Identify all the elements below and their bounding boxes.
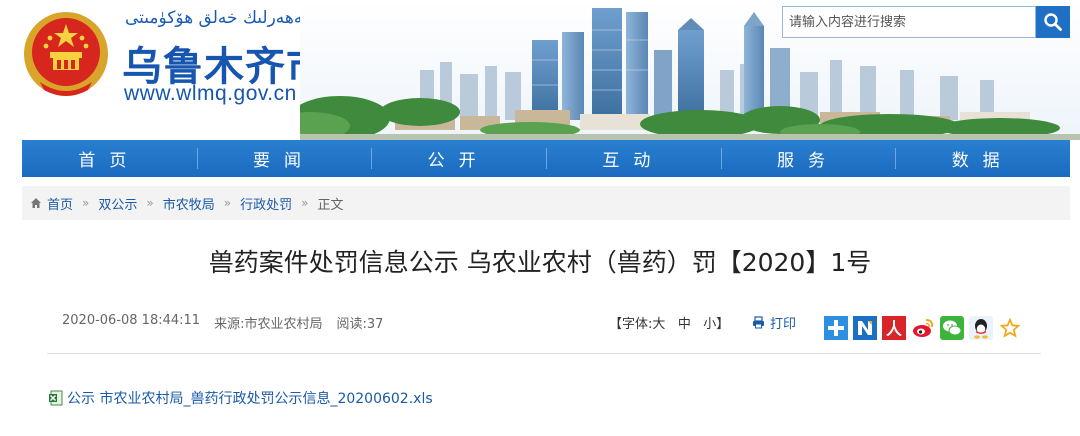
font-size-medium-button[interactable]: 中 — [678, 317, 691, 332]
home-icon — [30, 197, 42, 209]
breadcrumb-home[interactable]: 首页 — [47, 194, 73, 213]
main-nav: 首页 要闻 公开 互动 服务 数据 — [22, 140, 1070, 177]
share-wechat-icon[interactable] — [939, 315, 964, 340]
publish-date: 2020-06-08 18:44:11 — [62, 313, 201, 328]
font-size-large-button[interactable]: 大 — [652, 317, 665, 332]
excel-file-icon — [49, 390, 63, 406]
search-button[interactable] — [1036, 6, 1070, 38]
read-count: 阅读:37 — [336, 317, 384, 332]
font-size-suffix: 】 — [716, 317, 730, 332]
print-button[interactable]: 打印 — [752, 313, 796, 332]
article-source: 来源:市农业农村局 — [214, 317, 323, 332]
search-box — [782, 6, 1036, 38]
attachment: 公示 市农业农村局_兽药行政处罚公示信息_20200602.xls — [48, 388, 433, 408]
search-input[interactable] — [783, 7, 1035, 37]
nav-item-interaction[interactable]: 互动 — [546, 140, 721, 177]
breadcrumb-item-xingzheng-chufa[interactable]: 行政处罚 — [240, 194, 292, 213]
breadcrumb-item-nongmuju[interactable]: 市农牧局 — [163, 194, 215, 213]
article-title: 兽药案件处罚信息公示 乌农业农村（兽药）罚【2020】1号 — [208, 248, 872, 277]
share-qq-icon[interactable] — [968, 315, 993, 340]
font-size-control: 【字体:大 中 小】 — [609, 313, 729, 332]
search-icon — [1044, 13, 1062, 31]
share-bar — [823, 315, 1022, 340]
nav-item-news[interactable]: 要闻 — [196, 140, 372, 177]
breadcrumb-separator: » — [146, 196, 154, 210]
site-url: www.wlmq.gov.cn — [124, 82, 297, 105]
share-n-icon[interactable] — [852, 315, 877, 340]
breadcrumb-separator: » — [301, 196, 309, 210]
share-people-icon[interactable] — [881, 315, 906, 340]
share-weibo-icon[interactable] — [910, 315, 935, 340]
breadcrumb-separator: » — [223, 196, 232, 210]
printer-icon — [753, 316, 764, 329]
font-size-small-button[interactable]: 小 — [703, 317, 716, 332]
nav-item-data[interactable]: 数据 — [895, 140, 1070, 177]
share-favorite-icon[interactable] — [997, 315, 1022, 340]
nav-item-home[interactable]: 首页 — [22, 140, 197, 177]
content-divider — [47, 353, 1041, 354]
national-emblem-logo — [24, 12, 108, 96]
breadcrumb-current: 正文 — [317, 197, 344, 213]
print-label: 打印 — [770, 317, 797, 332]
breadcrumb: 首页 » 双公示 » 市农牧局 » 行政处罚 » 正文 — [22, 186, 1070, 220]
nav-item-public[interactable]: 公开 — [371, 140, 546, 177]
nav-item-services[interactable]: 服务 — [720, 140, 896, 177]
breadcrumb-item-shuang-gongshi[interactable]: 双公示 — [98, 194, 137, 213]
share-plus-icon[interactable] — [823, 315, 848, 340]
font-size-prefix: 【字体: — [609, 317, 653, 332]
breadcrumb-separator: » — [82, 196, 90, 210]
attachment-link[interactable]: 公示 市农业农村局_兽药行政处罚公示信息_20200602.xls — [67, 388, 433, 408]
article-meta: 2020-06-08 18:44:11 来源:市农业农村局 阅读:37 — [62, 313, 383, 332]
